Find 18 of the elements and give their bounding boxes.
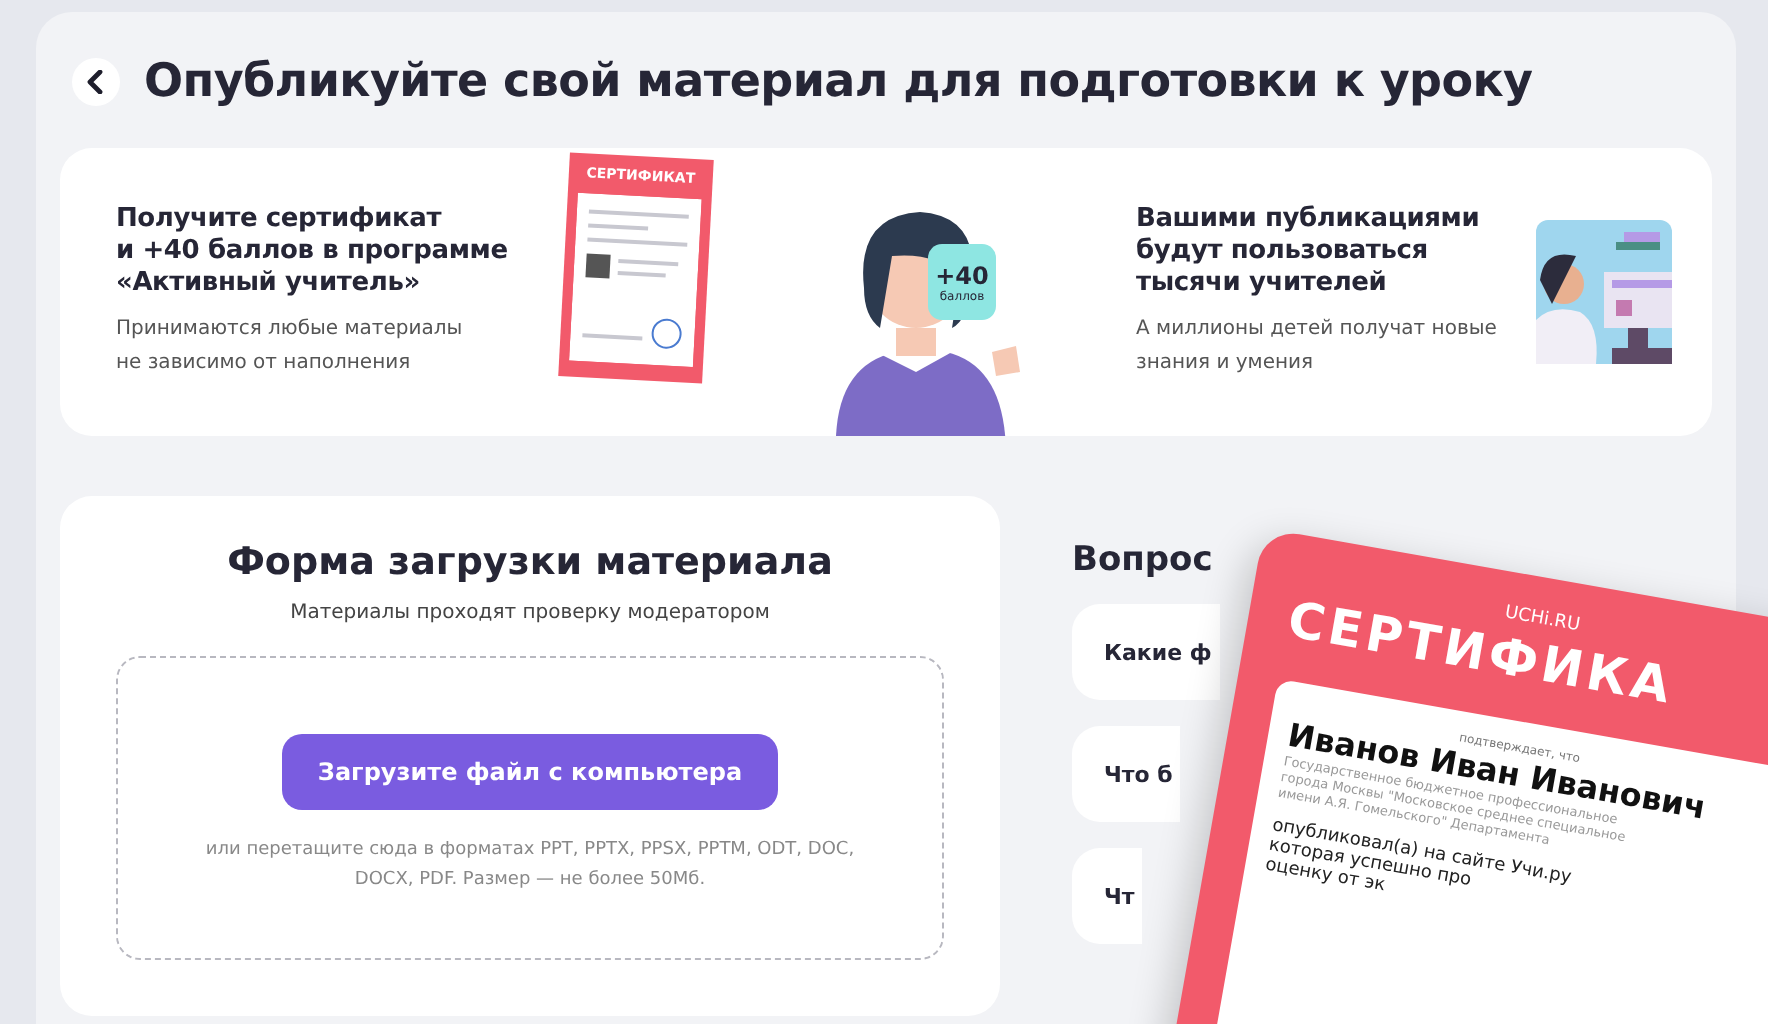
back-button[interactable] <box>72 58 120 106</box>
question-item[interactable]: Что б <box>1072 726 1181 822</box>
upload-file-button[interactable]: Загрузите файл с компьютера <box>281 734 779 810</box>
promo-description: Принимаются любые материалы не зависимо от наполнения <box>116 316 465 378</box>
promo-title: Получите сертификат и +40 баллов в программе «Активный учитель» <box>116 204 510 300</box>
page-title: Опубликуйте свой материал для подготовки к уроку <box>144 56 1533 108</box>
form-title: Форма загрузки материала <box>227 540 833 584</box>
file-format-hint: или перетащите сюда в форматах PPT, PPTX, PPSX, PPTM, ODT, DOC, DOCX, PDF. Размер — не более 50Мб. <box>205 838 855 894</box>
form-subtitle: Материалы проходят проверку модератором <box>290 602 770 624</box>
promo-title: Вашими публикациями будут пользоваться тысячи учителей <box>1136 204 1482 300</box>
questions-title: Вопрос <box>1072 540 1215 580</box>
promo-description: А миллионы детей получат новые знания и умения <box>1136 316 1499 378</box>
points-value: +40 <box>935 261 989 289</box>
person-at-computer-illustration <box>1536 220 1672 364</box>
chevron-left-icon <box>86 70 106 94</box>
question-item[interactable]: Какие ф <box>1072 604 1220 700</box>
question-item[interactable]: Чт <box>1072 848 1143 944</box>
file-drop-zone[interactable]: Загрузите файл с компьютера или перетащите сюда в форматах PPT, PPTX, PPSX, PPTM, ODT, DOC, DOCX, PDF. Размер — не более 50Мб. <box>116 656 944 960</box>
